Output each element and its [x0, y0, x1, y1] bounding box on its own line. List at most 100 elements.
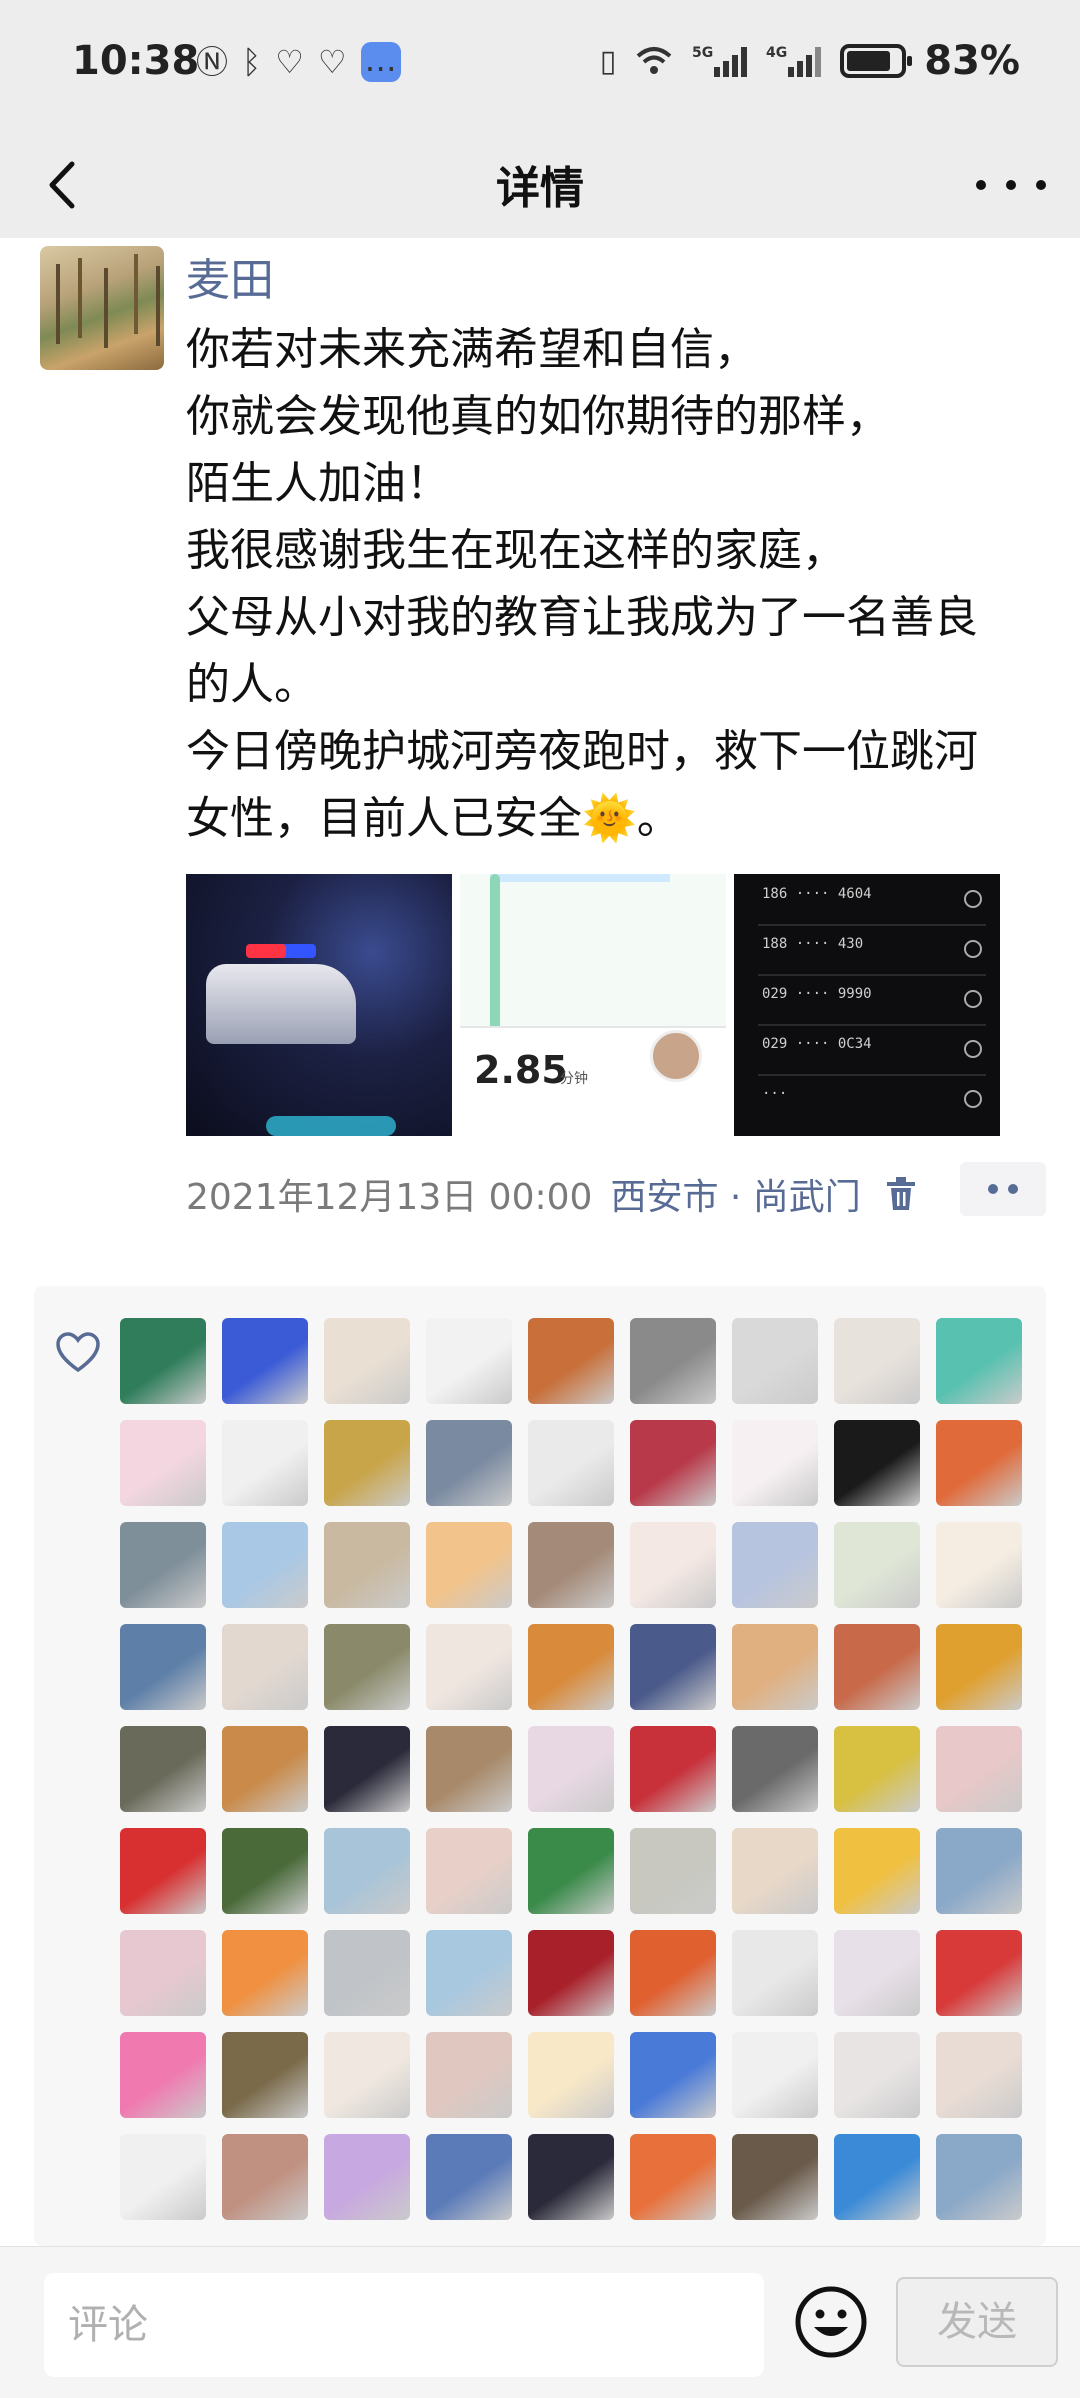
liker-avatar[interactable]: [528, 1420, 614, 1506]
comment-input[interactable]: [44, 2273, 764, 2377]
liker-avatar[interactable]: [936, 1930, 1022, 2016]
liker-avatar[interactable]: [120, 1828, 206, 1914]
liker-avatar[interactable]: [630, 1420, 716, 1506]
liker-avatar[interactable]: [222, 1828, 308, 1914]
liker-avatar[interactable]: [834, 1930, 920, 2016]
send-button[interactable]: 发送: [896, 2277, 1058, 2367]
comment-more-icon: [988, 1184, 998, 1194]
liker-avatar[interactable]: [732, 2134, 818, 2220]
liker-avatar[interactable]: [324, 1522, 410, 1608]
liker-avatar[interactable]: [732, 1420, 818, 1506]
liker-avatar[interactable]: [120, 1726, 206, 1812]
post-text: 你若对未来充满希望和自信， 你就会发现他真的如你期待的那样， 陌生人加油！ 我很…: [186, 316, 1056, 852]
liker-avatar[interactable]: [630, 2032, 716, 2118]
liker-avatar[interactable]: [222, 1726, 308, 1812]
liker-avatar[interactable]: [426, 2134, 512, 2220]
trash-icon[interactable]: [885, 1176, 917, 1212]
liker-avatar[interactable]: [324, 1624, 410, 1710]
liker-avatar[interactable]: [936, 1420, 1022, 1506]
night-police-photo[interactable]: [186, 874, 452, 1136]
liker-avatar[interactable]: [834, 1420, 920, 1506]
liker-avatar[interactable]: [630, 1828, 716, 1914]
liker-avatar[interactable]: [936, 1828, 1022, 1914]
liker-avatar[interactable]: [426, 1624, 512, 1710]
liker-avatar[interactable]: [936, 1522, 1022, 1608]
liker-avatar[interactable]: [426, 1318, 512, 1404]
more-button[interactable]: [976, 160, 1046, 210]
liker-avatar[interactable]: [732, 1318, 818, 1404]
liker-avatar[interactable]: [732, 1522, 818, 1608]
liker-avatar[interactable]: [120, 2134, 206, 2220]
liker-avatar[interactable]: [120, 1624, 206, 1710]
liker-avatar[interactable]: [732, 2032, 818, 2118]
liker-avatar[interactable]: [528, 1726, 614, 1812]
liker-avatar[interactable]: [528, 1522, 614, 1608]
liker-avatar[interactable]: [630, 1624, 716, 1710]
post-location[interactable]: 西安市 · 尚武门: [610, 1168, 860, 1220]
liker-avatar[interactable]: [324, 2032, 410, 2118]
liker-avatar[interactable]: [732, 1930, 818, 2016]
liker-avatar[interactable]: [324, 1726, 410, 1812]
liker-avatar[interactable]: [426, 1522, 512, 1608]
call-log-screenshot[interactable]: 186 ···· 4604 188 ···· 430 029 ···· 9990…: [734, 874, 1000, 1136]
liker-avatar[interactable]: [120, 2032, 206, 2118]
liker-avatar[interactable]: [834, 1624, 920, 1710]
liker-avatar[interactable]: [834, 1726, 920, 1812]
liker-avatar[interactable]: [936, 2032, 1022, 2118]
liker-avatar[interactable]: [324, 1318, 410, 1404]
app-icon: ♡: [275, 43, 304, 81]
liker-avatar[interactable]: [324, 1828, 410, 1914]
author-avatar[interactable]: [40, 246, 164, 370]
heart-icon: [56, 1332, 100, 1373]
liker-avatar[interactable]: [732, 1726, 818, 1812]
liker-avatar[interactable]: [936, 1624, 1022, 1710]
liker-avatar[interactable]: [324, 1420, 410, 1506]
liker-avatar[interactable]: [120, 1318, 206, 1404]
liker-avatar[interactable]: [222, 1930, 308, 2016]
liker-avatar[interactable]: [630, 1930, 716, 2016]
liker-avatar[interactable]: [630, 1522, 716, 1608]
liker-avatar[interactable]: [222, 2134, 308, 2220]
liker-avatar[interactable]: [528, 2134, 614, 2220]
liker-avatar[interactable]: [936, 2134, 1022, 2220]
liker-avatar[interactable]: [426, 1930, 512, 2016]
liker-avatar[interactable]: [324, 1930, 410, 2016]
author-name[interactable]: 麦田: [186, 244, 274, 308]
liker-avatar[interactable]: [222, 1420, 308, 1506]
liker-avatar[interactable]: [222, 1318, 308, 1404]
liker-avatar[interactable]: [222, 1624, 308, 1710]
liker-avatar[interactable]: [834, 1318, 920, 1404]
liker-avatar[interactable]: [834, 1828, 920, 1914]
liker-avatar[interactable]: [120, 1930, 206, 2016]
liker-avatar[interactable]: [528, 2032, 614, 2118]
liker-avatar[interactable]: [630, 1318, 716, 1404]
liker-avatar[interactable]: [222, 1522, 308, 1608]
liker-avatar[interactable]: [426, 2032, 512, 2118]
liker-avatar[interactable]: [834, 2134, 920, 2220]
post-line: 你若对未来充满希望和自信，: [186, 324, 758, 375]
post-line: 我很感谢我生在现在这样的家庭，: [186, 525, 846, 576]
liker-avatar[interactable]: [324, 2134, 410, 2220]
liker-avatar[interactable]: [120, 1420, 206, 1506]
liker-avatar[interactable]: [936, 1726, 1022, 1812]
liker-avatar[interactable]: [732, 1828, 818, 1914]
liker-avatar[interactable]: [528, 1930, 614, 2016]
message-icon: …: [360, 42, 401, 82]
liker-avatar[interactable]: [426, 1828, 512, 1914]
liker-avatar[interactable]: [528, 1624, 614, 1710]
liker-avatar[interactable]: [120, 1522, 206, 1608]
emoji-icon[interactable]: [794, 2285, 868, 2359]
comment-button[interactable]: [960, 1162, 1046, 1216]
liker-avatar[interactable]: [528, 1828, 614, 1914]
liker-avatar[interactable]: [936, 1318, 1022, 1404]
liker-avatar[interactable]: [834, 2032, 920, 2118]
running-app-screenshot[interactable]: 2.85 分钟: [460, 874, 726, 1136]
liker-avatar[interactable]: [426, 1726, 512, 1812]
liker-avatar[interactable]: [630, 2134, 716, 2220]
liker-avatar[interactable]: [732, 1624, 818, 1710]
liker-avatar[interactable]: [630, 1726, 716, 1812]
liker-avatar[interactable]: [222, 2032, 308, 2118]
liker-avatar[interactable]: [426, 1420, 512, 1506]
liker-avatar[interactable]: [834, 1522, 920, 1608]
liker-avatar[interactable]: [528, 1318, 614, 1404]
